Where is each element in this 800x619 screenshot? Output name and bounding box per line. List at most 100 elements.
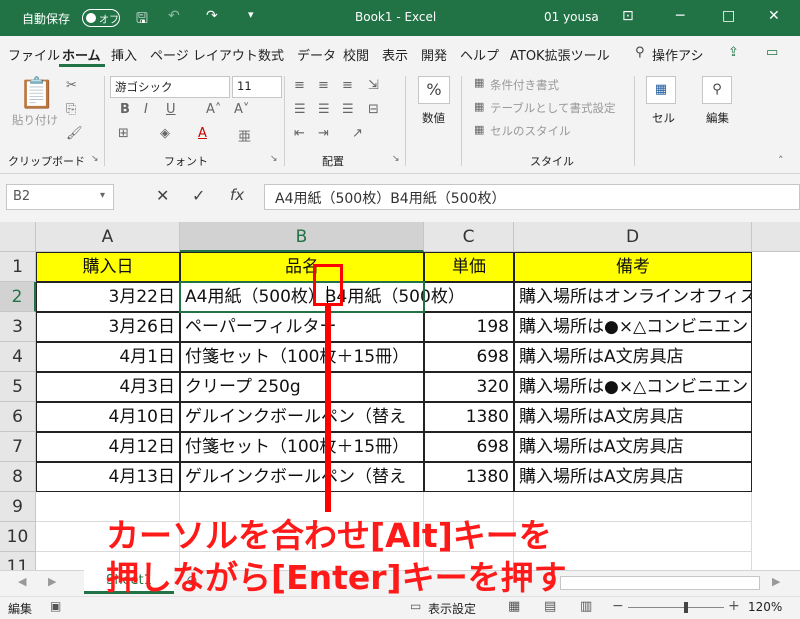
ribbon-display-icon[interactable]: ⊡ [622, 8, 634, 24]
cell-b3[interactable]: ペーパーフィルター [180, 312, 424, 342]
wrap-text-icon[interactable]: ⇲ [368, 78, 379, 93]
bottom-align-icon[interactable]: ≡ [342, 78, 353, 93]
decrease-font-icon[interactable]: A˅ [234, 102, 249, 117]
number-label[interactable]: 数値 [422, 110, 445, 126]
column-header-d[interactable]: D [514, 222, 752, 252]
find-icon[interactable]: ⚲ [702, 76, 732, 104]
cell-b6[interactable]: ゲルインクボールペン（替え [180, 402, 424, 432]
cell-b4[interactable]: 付箋セット（100枚＋15冊） [180, 342, 424, 372]
row-header[interactable]: 9 [0, 492, 36, 522]
middle-align-icon[interactable]: ≡ [318, 78, 329, 93]
scroll-left-icon[interactable]: ◀ [18, 575, 26, 588]
cancel-icon[interactable]: ✕ [156, 186, 169, 205]
row-header[interactable]: 4 [0, 342, 36, 372]
cell-a5[interactable]: 4月3日 [36, 372, 180, 402]
select-all[interactable] [0, 222, 36, 252]
edit-label[interactable]: 編集 [706, 110, 729, 126]
page-break-view-icon[interactable]: ▥ [580, 599, 592, 614]
conditional-format-icon[interactable]: ▦ [474, 76, 484, 89]
zoom-slider-thumb[interactable] [684, 602, 688, 613]
scroll-right-icon[interactable]: ▶ [48, 575, 56, 588]
row-header[interactable]: 10 [0, 522, 36, 552]
cell-d5[interactable]: 購入場所は●×△コンビニエン [514, 372, 752, 402]
copy-icon[interactable]: ⎘ [66, 102, 76, 117]
tab-developer[interactable]: 開発 [421, 45, 447, 64]
cell-a3[interactable]: 3月26日 [36, 312, 180, 342]
paste-icon[interactable]: 📋 [18, 76, 55, 111]
cut-icon[interactable]: ✂ [66, 78, 77, 93]
borders-icon[interactable]: ⊞ [118, 126, 129, 141]
macro-record-icon[interactable]: ▣ [50, 599, 61, 613]
maximize-icon[interactable]: □ [722, 8, 735, 24]
cell-a8[interactable]: 4月13日 [36, 462, 180, 492]
merge-center-icon[interactable]: ⊟ [368, 102, 379, 117]
cell-b8[interactable]: ゲルインクボールペン（替え [180, 462, 424, 492]
orientation-icon[interactable]: ↗ [352, 126, 363, 141]
cell-a6[interactable]: 4月10日 [36, 402, 180, 432]
tab-atok[interactable]: ATOK拡張ツール [510, 45, 610, 64]
insert-function-icon[interactable]: fx [230, 186, 244, 204]
cells-icon[interactable]: ▦ [646, 76, 676, 104]
cell-d8[interactable]: 購入場所はA文房具店 [514, 462, 752, 492]
undo-icon[interactable]: ↶ [168, 8, 180, 24]
tab-data[interactable]: データ [297, 45, 336, 64]
zoom-slider[interactable] [628, 607, 724, 608]
cell-styles-button[interactable]: セルのスタイル [490, 123, 571, 139]
minimize-icon[interactable]: ─ [676, 8, 684, 24]
tab-home[interactable]: ホーム [62, 45, 101, 64]
cell-d3[interactable]: 購入場所は●×△コンビニエン [514, 312, 752, 342]
cell-a7[interactable]: 4月12日 [36, 432, 180, 462]
share-icon[interactable]: ⇪ [728, 45, 739, 60]
cell-d2[interactable]: 購入場所はオンラインオフィス [514, 282, 752, 312]
paste-label[interactable]: 貼り付け [12, 112, 58, 128]
align-right-icon[interactable]: ☰ [342, 102, 354, 117]
column-header-c[interactable]: C [424, 222, 514, 252]
cell-b1[interactable]: 品名 [180, 252, 424, 282]
save-icon[interactable]: 🖫 [136, 8, 148, 32]
row-header[interactable]: 11 [0, 552, 36, 570]
column-header-e[interactable] [752, 222, 800, 252]
name-box[interactable]: B2 [6, 184, 114, 210]
cell-styles-icon[interactable]: ▦ [474, 123, 484, 136]
collapse-ribbon-icon[interactable]: ˄ [778, 154, 784, 167]
tab-formulas[interactable]: 数式 [258, 45, 284, 64]
search-icon[interactable]: ⚲ [635, 45, 645, 60]
row-header[interactable]: 8 [0, 462, 36, 492]
format-painter-icon[interactable]: 🖌 [66, 126, 83, 141]
decrease-indent-icon[interactable]: ⇤ [294, 126, 305, 141]
row-header[interactable]: 2 [0, 282, 36, 312]
underline-icon[interactable]: U [166, 102, 176, 117]
hscroll-right-icon[interactable]: ▶ [772, 575, 780, 588]
tab-help[interactable]: ヘルプ [460, 45, 499, 64]
bold-icon[interactable]: B [120, 102, 130, 117]
column-header-b[interactable]: B [180, 222, 424, 252]
row-header[interactable]: 6 [0, 402, 36, 432]
cell-c4[interactable]: 698 [424, 342, 514, 372]
fill-color-icon[interactable]: ◈ [160, 126, 170, 141]
phonetic-icon[interactable]: 亜 [238, 126, 251, 145]
font-launcher-icon[interactable]: ↘ [270, 154, 278, 164]
cell-c6[interactable]: 1380 [424, 402, 514, 432]
tell-me-box[interactable]: 操作アシ [652, 45, 703, 64]
increase-indent-icon[interactable]: ⇥ [318, 126, 329, 141]
name-box-dropdown-icon[interactable]: ▾ [100, 190, 105, 201]
cell-b5[interactable]: クリープ 250g [180, 372, 424, 402]
user-name[interactable]: 01 yousa [544, 10, 599, 24]
zoom-out-icon[interactable]: − [612, 598, 624, 614]
font-name-box[interactable]: 游ゴシック [110, 76, 230, 98]
italic-icon[interactable]: I [144, 102, 148, 117]
cell-d6[interactable]: 購入場所はA文房具店 [514, 402, 752, 432]
page-layout-view-icon[interactable]: ▤ [544, 599, 556, 614]
enter-icon[interactable]: ✓ [192, 186, 205, 205]
align-center-icon[interactable]: ☰ [318, 102, 330, 117]
zoom-level[interactable]: 120% [748, 600, 782, 614]
cell-c1[interactable]: 単価 [424, 252, 514, 282]
row-header[interactable]: 1 [0, 252, 36, 282]
font-color-icon[interactable]: A [198, 126, 207, 141]
table-format-button[interactable]: テーブルとして書式設定 [490, 100, 615, 116]
font-size-box[interactable]: 11 [232, 76, 282, 98]
alignment-launcher-icon[interactable]: ↘ [392, 154, 400, 164]
tab-file[interactable]: ファイル [8, 45, 60, 64]
redo-icon[interactable]: ↷ [206, 8, 218, 24]
cell-a2[interactable]: 3月22日 [36, 282, 180, 312]
